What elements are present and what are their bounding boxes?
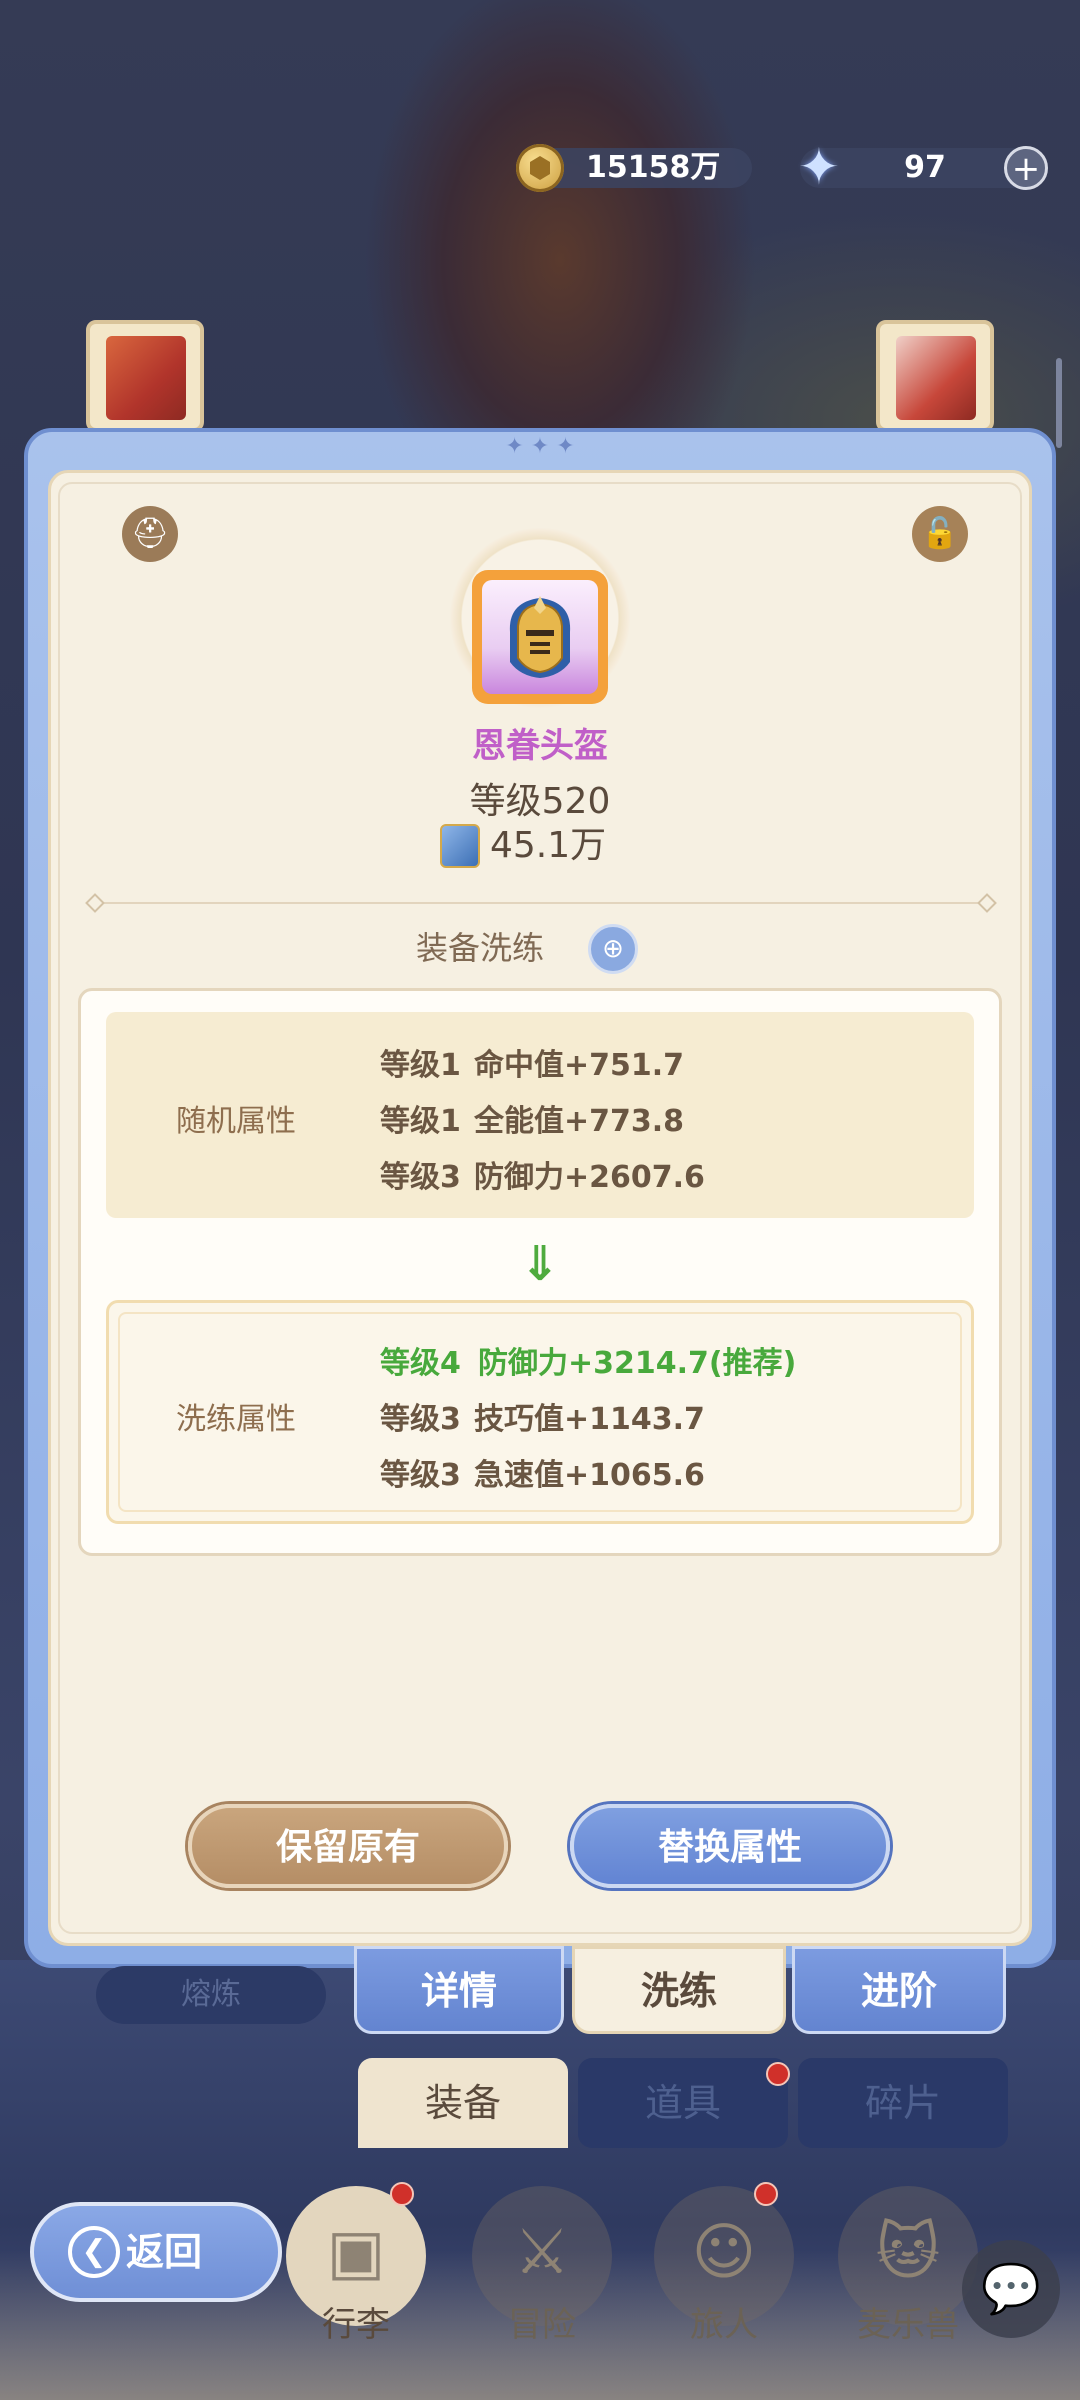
tab-advance[interactable]: 进阶: [792, 1946, 1006, 2034]
helmet-category-icon[interactable]: ⛑: [122, 506, 178, 562]
chest-icon: ▣: [326, 2215, 386, 2288]
lock-icon[interactable]: 🔓: [912, 506, 968, 562]
notification-dot: [754, 2182, 778, 2206]
nav-travelers[interactable]: ☺ 旅人: [644, 2176, 804, 2346]
melt-button[interactable]: 熔炼: [96, 1966, 326, 2024]
tab-refine[interactable]: 洗练: [572, 1946, 786, 2034]
chat-icon[interactable]: 💬: [962, 2240, 1060, 2338]
random-attr-level: 等级3: [380, 1160, 461, 1195]
add-gems-button[interactable]: +: [1004, 146, 1048, 190]
nav-adventure[interactable]: ⚔ 冒险: [462, 2176, 622, 2346]
tab-equipment[interactable]: 装备: [358, 2058, 568, 2148]
crossed-swords-icon: ⚔: [514, 2215, 570, 2288]
pet-icon: 🐱: [875, 2215, 941, 2288]
random-attr-level: 等级1: [380, 1104, 461, 1139]
refine-attr-text-recommended: 防御力+3214.7(推荐): [478, 1346, 797, 1381]
keep-original-button[interactable]: 保留原有: [188, 1804, 508, 1888]
panel-top-ornament: ✦ ✦ ✦: [505, 434, 575, 459]
refine-attr-level: 等级3: [380, 1402, 461, 1437]
weapon-slot-card[interactable]: [86, 320, 204, 432]
gold-coin-icon: [516, 144, 564, 192]
character-icon: ☺: [691, 2215, 757, 2288]
refine-attr-text: 急速值+1065.6: [474, 1458, 705, 1493]
refine-attr-level: 等级3: [380, 1458, 461, 1493]
random-attr-level: 等级1: [380, 1048, 461, 1083]
random-attr-text: 防御力+2607.6: [474, 1160, 705, 1195]
notification-dot: [390, 2182, 414, 2206]
crystal-star-icon: ✦: [798, 138, 840, 196]
arrow-down-icon: ⇓: [519, 1236, 561, 1292]
tab-items[interactable]: 道具: [578, 2058, 788, 2148]
refine-attr-text: 技巧值+1143.7: [474, 1402, 705, 1437]
nav-label: 行李: [322, 2305, 390, 2345]
tab-fragments[interactable]: 碎片: [798, 2058, 1008, 2148]
nav-luggage[interactable]: ▣ 行李: [276, 2176, 436, 2346]
item-name: 恩眷头盔: [472, 726, 608, 766]
random-attr-text: 命中值+751.7: [474, 1048, 685, 1083]
replace-attributes-button[interactable]: 替换属性: [570, 1804, 890, 1888]
power-shield-icon: [440, 824, 480, 868]
tab-details[interactable]: 详情: [354, 1946, 564, 2034]
random-attributes-label: 随机属性: [176, 1104, 296, 1139]
back-arrow-icon: ❮: [68, 2226, 120, 2278]
power-value: 45.1万: [490, 825, 607, 866]
scrollbar[interactable]: [1056, 358, 1062, 448]
item-power: 45.1万: [440, 818, 660, 874]
section-title: 装备洗练: [415, 929, 544, 967]
divider: [94, 902, 986, 904]
back-button[interactable]: ❮ 返回: [30, 2202, 282, 2302]
zoom-in-icon[interactable]: ⊕: [588, 924, 638, 974]
refine-attr-level: 等级4: [380, 1346, 461, 1381]
helmet-icon: [509, 596, 571, 678]
gem-amount: 97: [904, 150, 946, 185]
nav-pets[interactable]: 🐱 麦乐兽: [828, 2176, 988, 2346]
gold-amount: 15158万: [586, 150, 721, 185]
random-attr-text: 全能值+773.8: [474, 1104, 685, 1139]
item-level: 等级520: [469, 781, 611, 822]
nav-label: 旅人: [690, 2305, 758, 2345]
nav-label: 冒险: [508, 2305, 576, 2345]
back-label: 返回: [126, 2230, 203, 2274]
notification-dot: [766, 2062, 790, 2086]
refine-attributes-label: 洗练属性: [176, 1402, 296, 1437]
mount-slot-card[interactable]: [876, 320, 994, 432]
